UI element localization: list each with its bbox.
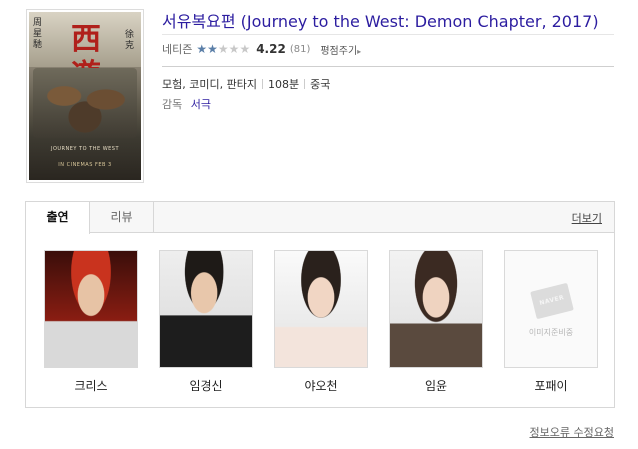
- movie-poster[interactable]: 周星馳 徐克 西遊 JOURNEY TO THE WEST IN CINEMAS…: [26, 9, 144, 183]
- title-divider: [162, 34, 614, 35]
- tab-cast[interactable]: 출연: [26, 202, 90, 234]
- cast-name[interactable]: 임경신: [159, 377, 253, 394]
- rating-score: 4.22: [256, 42, 286, 56]
- chevron-right-icon: ▸: [357, 46, 362, 56]
- cast-name[interactable]: 야오천: [274, 377, 368, 394]
- cast-photo[interactable]: [274, 250, 368, 368]
- tab-bar: 출연 리뷰 더보기: [26, 202, 614, 234]
- star-filled-icon: ★: [207, 42, 218, 56]
- poster-side-text-right: 徐克: [125, 30, 135, 51]
- rating-stars: ★ ★ ★ ★ ★: [196, 43, 250, 55]
- poster-release: IN CINEMAS FEB 3: [58, 162, 112, 168]
- cast-name[interactable]: 임윤: [389, 377, 483, 394]
- separator: [304, 79, 306, 89]
- separator: [261, 79, 263, 89]
- movie-title[interactable]: 서유복요편 (Journey to the West: Demon Chapte…: [162, 8, 599, 32]
- star-filled-icon: ★: [196, 42, 208, 56]
- genres: 모험, 코미디, 판타지: [162, 78, 257, 91]
- poster-crowd: [33, 68, 137, 138]
- country: 중국: [310, 78, 331, 91]
- cast-member[interactable]: 크리스: [44, 250, 138, 394]
- movie-info: 모험, 코미디, 판타지 108분 중국: [162, 76, 330, 92]
- report-error-link[interactable]: 정보오류 수정요청: [530, 424, 614, 440]
- tab-review[interactable]: 리뷰: [90, 202, 154, 233]
- placeholder-logo: NAVER: [538, 294, 565, 307]
- rating-row: 네티즌 ★ ★ ★ ★ ★ 4.22 (81) 평점주기▸: [162, 40, 361, 58]
- cast-panel: 출연 리뷰 더보기 크리스 임경신 야오천 임윤 NAVER 이미지준비중 포패…: [25, 201, 615, 408]
- cast-member[interactable]: 임윤: [389, 250, 483, 394]
- poster-image: 周星馳 徐克 西遊 JOURNEY TO THE WEST IN CINEMAS…: [29, 12, 141, 180]
- director-row: 감독 서극: [162, 96, 211, 112]
- rating-divider: [162, 66, 614, 67]
- star-empty-icon: ★: [217, 42, 229, 56]
- rate-link-label: 평점주기: [320, 45, 358, 57]
- director-label: 감독: [162, 98, 183, 111]
- placeholder-text: 이미지준비중: [528, 328, 574, 337]
- cast-name[interactable]: 크리스: [44, 377, 138, 394]
- runtime: 108분: [267, 78, 300, 91]
- cast-member[interactable]: 임경신: [159, 250, 253, 394]
- rating-count: (81): [289, 43, 311, 55]
- rate-link[interactable]: 평점주기▸: [320, 42, 361, 57]
- star-empty-icon: ★: [239, 42, 251, 56]
- poster-side-text-left: 周星馳: [33, 18, 43, 50]
- director-link[interactable]: 서극: [191, 98, 211, 111]
- cast-member[interactable]: 야오천: [274, 250, 368, 394]
- image-placeholder-icon: NAVER: [530, 282, 574, 320]
- cast-photo[interactable]: [159, 250, 253, 368]
- rating-label: 네티즌: [162, 43, 193, 56]
- more-link[interactable]: 더보기: [572, 210, 602, 226]
- poster-tagline: JOURNEY TO THE WEST: [50, 146, 120, 152]
- cast-photo[interactable]: [44, 250, 138, 368]
- poster-logo: 西遊: [71, 22, 101, 93]
- cast-photo-placeholder[interactable]: NAVER 이미지준비중: [504, 250, 598, 368]
- cast-photo[interactable]: [389, 250, 483, 368]
- cast-name[interactable]: 포패이: [504, 377, 598, 394]
- star-empty-icon: ★: [228, 42, 240, 56]
- cast-member[interactable]: NAVER 이미지준비중 포패이: [504, 250, 598, 394]
